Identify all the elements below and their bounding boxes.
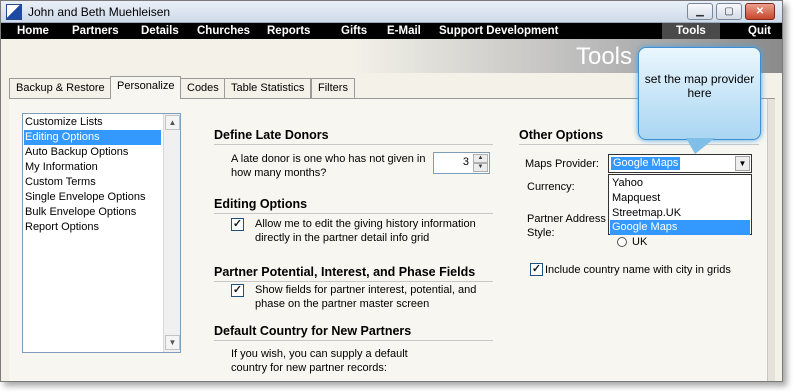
default-country-text: If you wish, you can supply a default co… bbox=[231, 348, 408, 374]
maps-option-google[interactable]: Google Maps bbox=[610, 220, 750, 235]
include-country-checkbox[interactable]: ✓ bbox=[530, 263, 543, 276]
late-months-value: 3 bbox=[462, 156, 469, 168]
menu-partners[interactable]: Partners bbox=[72, 23, 119, 39]
callout-bubble: set the map provider here bbox=[638, 47, 761, 140]
scroll-up-icon[interactable]: ▲ bbox=[165, 115, 180, 130]
maps-provider-value: Google Maps bbox=[611, 157, 681, 170]
chevron-down-icon[interactable]: ▼ bbox=[735, 156, 750, 171]
menu-churches[interactable]: Churches bbox=[197, 23, 250, 39]
late-months-stepper[interactable]: 3 ▲ ▼ bbox=[433, 152, 490, 174]
editing-options-rule bbox=[214, 213, 493, 214]
app-icon bbox=[6, 4, 22, 20]
maps-option-yahoo[interactable]: Yahoo bbox=[610, 176, 750, 191]
minimize-icon: ▁ bbox=[696, 6, 704, 17]
callout-text: set the map provider here bbox=[644, 72, 755, 100]
options-list[interactable]: Customize Lists Editing Options Auto Bac… bbox=[22, 113, 181, 353]
tab-codes[interactable]: Codes bbox=[180, 78, 226, 98]
maps-provider-label: Maps Provider: bbox=[525, 158, 599, 170]
list-item-single-envelope-options[interactable]: Single Envelope Options bbox=[24, 190, 161, 205]
options-list-scrollbar[interactable]: ▲ ▼ bbox=[163, 114, 180, 352]
menu-home[interactable]: Home bbox=[17, 23, 49, 39]
list-item-bulk-envelope-options[interactable]: Bulk Envelope Options bbox=[24, 205, 161, 220]
tab-personalize[interactable]: Personalize bbox=[110, 76, 182, 99]
maps-provider-select[interactable]: Google Maps ▼ bbox=[608, 154, 752, 173]
show-fields-label: Show fields for partner interest, potent… bbox=[255, 284, 477, 310]
menu-support-development[interactable]: Support Development bbox=[439, 23, 558, 39]
app-window: John and Beth Muehleisen ▁ ▢ ✕ Home Part… bbox=[0, 0, 783, 382]
banner-title: Tools bbox=[575, 43, 632, 70]
maps-provider-dropdown: Yahoo Mapquest Streetmap.UK Google Maps bbox=[608, 174, 752, 235]
stepper-up-icon[interactable]: ▲ bbox=[473, 154, 488, 163]
menu-email[interactable]: E-Mail bbox=[387, 23, 421, 39]
tab-filters[interactable]: Filters bbox=[311, 78, 355, 98]
window-title: John and Beth Muehleisen bbox=[28, 5, 171, 19]
list-item-my-information[interactable]: My Information bbox=[24, 160, 161, 175]
list-item-editing-options[interactable]: Editing Options bbox=[24, 130, 161, 145]
menu-reports[interactable]: Reports bbox=[267, 23, 310, 39]
menu-bar: Home Partners Details Churches Reports G… bbox=[1, 23, 782, 39]
list-item-auto-backup-options[interactable]: Auto Backup Options bbox=[24, 145, 161, 160]
menu-quit[interactable]: Quit bbox=[748, 23, 771, 39]
tab-table-statistics[interactable]: Table Statistics bbox=[224, 78, 312, 98]
maximize-button[interactable]: ▢ bbox=[716, 3, 742, 20]
late-donors-heading: Define Late Donors bbox=[214, 128, 329, 142]
other-options-rule bbox=[519, 144, 759, 145]
allow-edit-checkbox[interactable]: ✓ bbox=[231, 218, 244, 231]
tab-backup-restore[interactable]: Backup & Restore bbox=[9, 78, 112, 98]
show-fields-checkbox[interactable]: ✓ bbox=[231, 284, 244, 297]
title-bar: John and Beth Muehleisen ▁ ▢ ✕ bbox=[1, 1, 782, 23]
potential-fields-heading: Partner Potential, Interest, and Phase F… bbox=[214, 265, 476, 279]
maps-option-mapquest[interactable]: Mapquest bbox=[610, 191, 750, 206]
list-item-custom-terms[interactable]: Custom Terms bbox=[24, 175, 161, 190]
default-country-heading: Default Country for New Partners bbox=[214, 324, 412, 338]
close-button[interactable]: ✕ bbox=[745, 3, 775, 20]
menu-tools[interactable]: Tools bbox=[662, 23, 720, 39]
late-donors-rule bbox=[214, 144, 493, 145]
radio-icon[interactable] bbox=[617, 237, 627, 247]
address-style-label: Partner Address Style: bbox=[527, 213, 606, 239]
minimize-button[interactable]: ▁ bbox=[687, 3, 713, 20]
maximize-icon: ▢ bbox=[724, 6, 734, 17]
other-options-heading: Other Options bbox=[519, 128, 604, 142]
address-style-uk-label: UK bbox=[632, 236, 648, 248]
list-item-report-options[interactable]: Report Options bbox=[24, 220, 161, 235]
callout-pointer bbox=[686, 138, 715, 154]
currency-label: Currency: bbox=[527, 181, 575, 193]
list-item-customize-lists[interactable]: Customize Lists bbox=[24, 115, 161, 130]
panel-scrollbar[interactable] bbox=[767, 99, 775, 381]
editing-options-heading: Editing Options bbox=[214, 197, 308, 211]
allow-edit-label: Allow me to edit the giving history info… bbox=[255, 218, 476, 244]
menu-details[interactable]: Details bbox=[141, 23, 179, 39]
potential-fields-rule bbox=[214, 281, 493, 282]
maps-option-streetmap[interactable]: Streetmap.UK bbox=[610, 206, 750, 221]
close-icon: ✕ bbox=[755, 6, 765, 17]
scroll-down-icon[interactable]: ▼ bbox=[165, 335, 180, 350]
include-country-label: Include country name with city in grids bbox=[545, 264, 731, 276]
late-donors-question: A late donor is one who has not given in… bbox=[231, 153, 426, 179]
default-country-rule bbox=[214, 340, 493, 341]
stepper-down-icon[interactable]: ▼ bbox=[473, 163, 488, 172]
menu-gifts[interactable]: Gifts bbox=[341, 23, 367, 39]
